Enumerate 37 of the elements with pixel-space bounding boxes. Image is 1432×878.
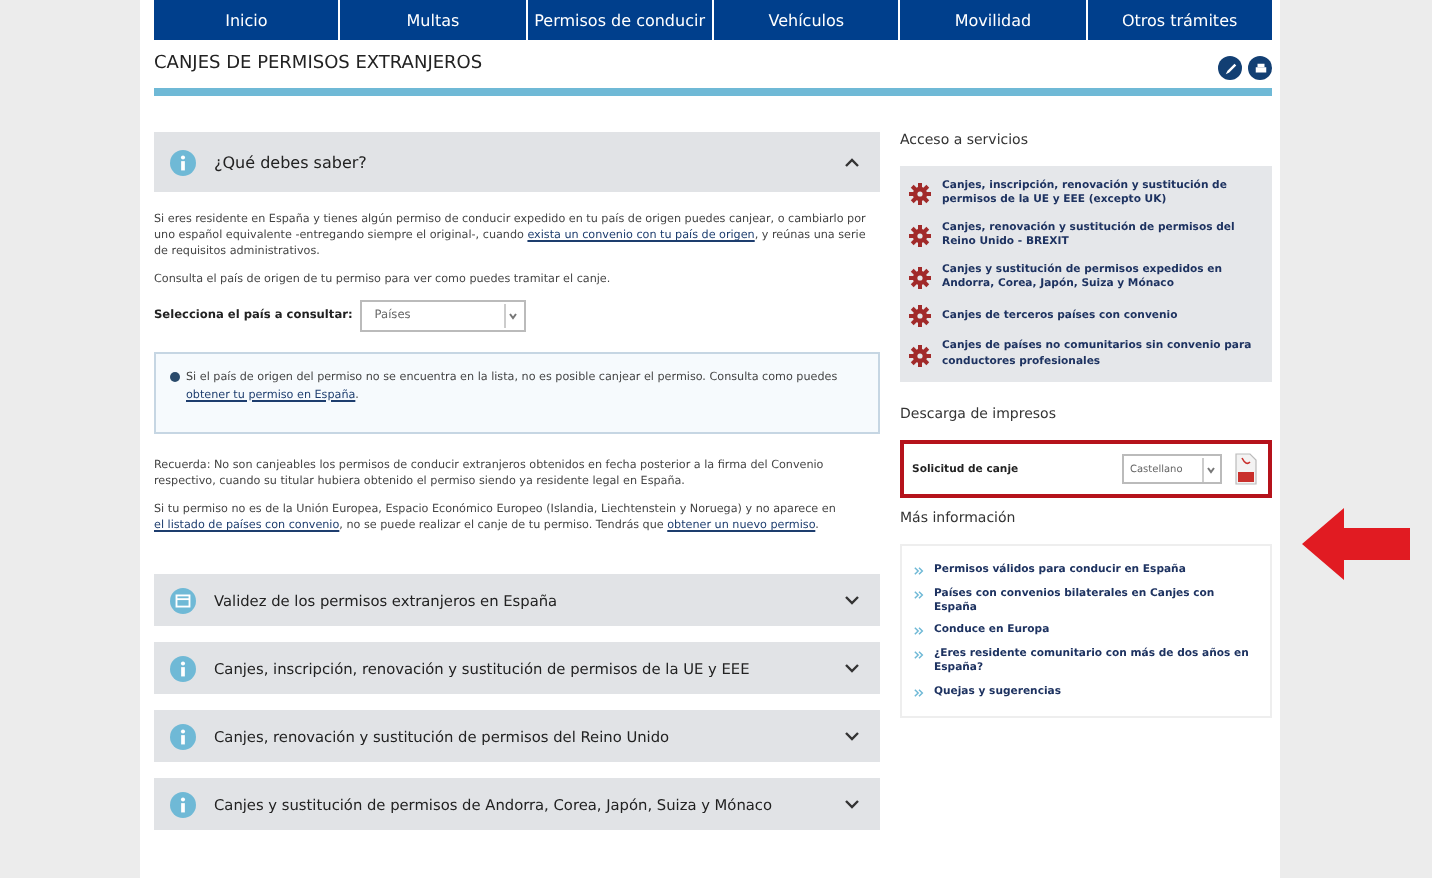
double-chevron-icon: [914, 626, 924, 637]
pencil-icon: [1223, 61, 1237, 75]
document-icon: [170, 587, 196, 614]
nav-link[interactable]: Permisos de conducir: [525, 0, 712, 40]
double-chevron-icon: [914, 566, 924, 577]
nav-link[interactable]: Multas: [338, 0, 526, 40]
chevron-down-icon: [844, 730, 860, 743]
nav-link[interactable]: Vehículos: [711, 0, 899, 40]
chevron-down-icon: [844, 798, 860, 811]
caret-icon: [504, 304, 521, 329]
double-chevron-icon: [914, 589, 924, 600]
info-icon: [170, 791, 196, 818]
gear-icon: [908, 224, 932, 249]
arrow-icon: [1300, 506, 1412, 582]
double-chevron-icon: [914, 649, 924, 660]
chevron-down-icon: [844, 662, 860, 675]
gear-icon: [908, 304, 932, 329]
info-icon: [170, 372, 180, 383]
accordion-header[interactable]: ¿Qué debes saber?: [154, 132, 880, 192]
gear-icon: [908, 266, 932, 291]
gear-icon: [908, 343, 932, 368]
page-title: CANJES DE PERMISOS EXTRANJEROS: [154, 54, 483, 74]
double-chevron-icon: [914, 687, 924, 698]
chevron-down-icon: [844, 594, 860, 607]
chevron-up-icon: [844, 156, 860, 168]
info-icon: [170, 149, 196, 175]
printer-icon: [1253, 61, 1267, 75]
info-icon: [170, 723, 196, 750]
info-icon: [170, 655, 196, 682]
nav-link[interactable]: Movilidad: [898, 0, 1086, 40]
nav-link[interactable]: Otros trámites: [1085, 0, 1272, 40]
pdf-icon[interactable]: [1232, 452, 1260, 487]
print-button[interactable]: [1248, 56, 1272, 80]
edit-button[interactable]: [1218, 56, 1242, 80]
caret-icon: [1202, 457, 1218, 482]
gear-icon: [908, 182, 932, 207]
nav-link[interactable]: Inicio: [154, 0, 339, 40]
